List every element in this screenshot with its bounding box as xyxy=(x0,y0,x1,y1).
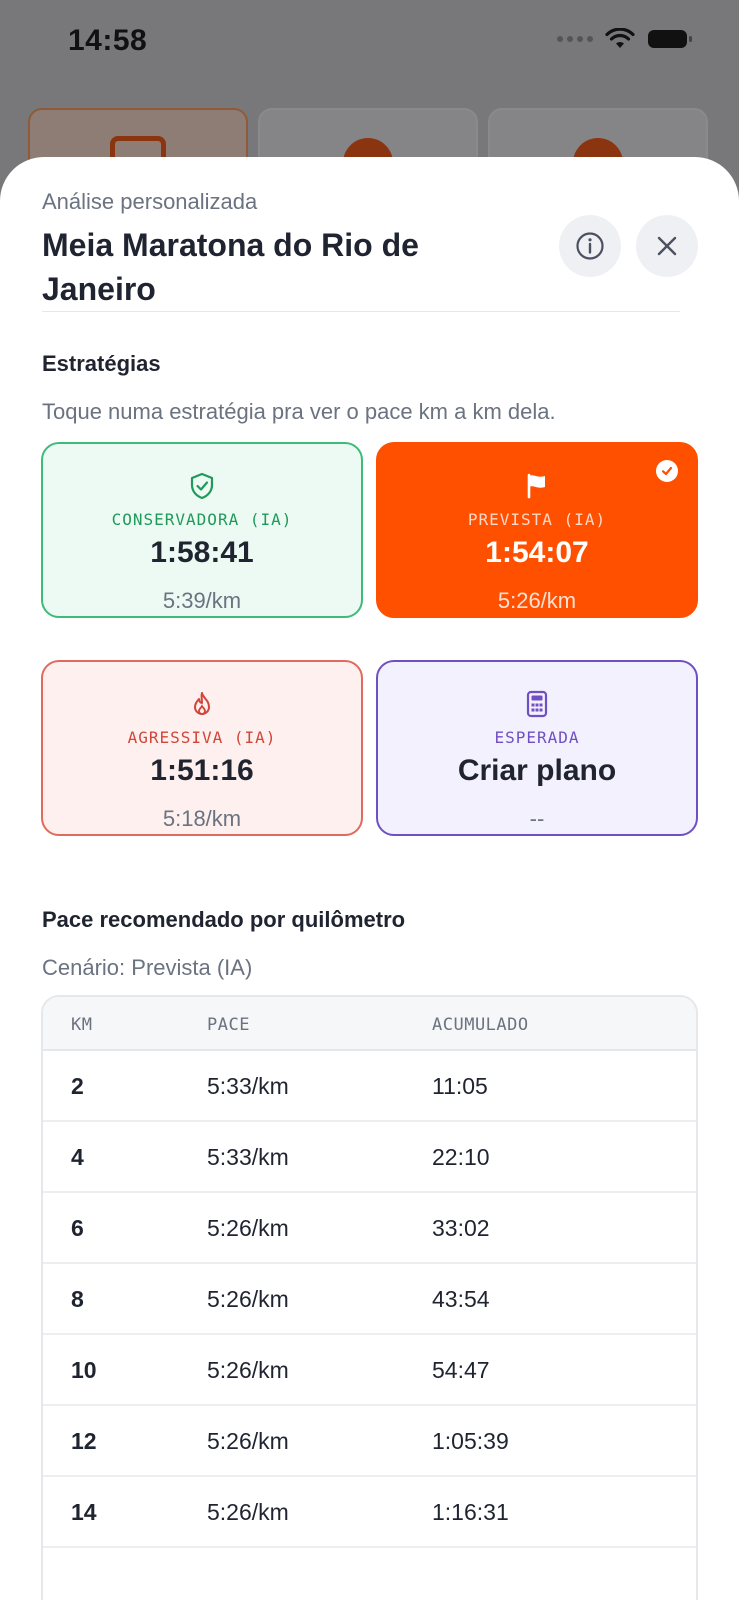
table-row: 6 5:26/km 33:02 xyxy=(43,1193,696,1264)
cell-pace: 5:26/km xyxy=(207,1357,289,1383)
table-header: KM PACE ACUMULADO xyxy=(43,997,696,1051)
sheet-subtitle: Análise personalizada xyxy=(42,189,258,214)
cell-km: 6 xyxy=(71,1215,84,1241)
pace-table-title: Pace recomendado por quilômetro xyxy=(42,907,406,932)
strategy-pace: 5:26/km xyxy=(497,588,577,613)
table-row: 8 5:26/km 43:54 xyxy=(43,1264,696,1335)
cell-km: 14 xyxy=(71,1499,97,1525)
cell-pace: 5:26/km xyxy=(207,1428,289,1454)
divider xyxy=(42,311,680,312)
status-time: 14:58 xyxy=(68,24,148,57)
strategy-card-conservadora[interactable]: CONSERVADORA (IA) 1:58:41 5:39/km xyxy=(41,442,363,618)
pace-table-scenario: Cenário: Prevista (IA) xyxy=(42,955,253,980)
strategy-pace: 5:18/km xyxy=(162,806,242,831)
analysis-sheet: Análise personalizada Meia Maratona do R… xyxy=(0,157,739,1600)
column-header-accumulated: ACUMULADO xyxy=(432,1015,529,1035)
strategy-label: PREVISTA (IA) xyxy=(467,510,607,529)
column-header-pace: PACE xyxy=(207,1015,250,1035)
strategies-subtitle: Toque numa estratégia pra ver o pace km … xyxy=(42,399,556,424)
cell-km: 2 xyxy=(71,1073,84,1099)
column-header-km: KM xyxy=(71,1015,93,1035)
cell-pace: 5:26/km xyxy=(207,1499,289,1525)
wifi-icon xyxy=(605,28,635,48)
create-plan-label: Criar plano xyxy=(457,754,617,787)
strategy-card-prevista[interactable]: PREVISTA (IA) 1:54:07 5:26/km xyxy=(376,442,698,618)
cell-accumulated: 33:02 xyxy=(432,1215,490,1241)
strategy-label: CONSERVADORA (IA) xyxy=(111,510,293,529)
status-bar: 14:58 xyxy=(0,0,739,84)
strategy-pace: 5:39/km xyxy=(162,588,242,613)
cell-km: 4 xyxy=(71,1144,84,1170)
cell-accumulated: 1:05:39 xyxy=(432,1428,509,1454)
table-row: 12 5:26/km 1:05:39 xyxy=(43,1406,696,1477)
table-row: 14 5:26/km 1:16:31 xyxy=(43,1477,696,1548)
strategy-card-esperada[interactable]: ESPERADA Criar plano -- xyxy=(376,660,698,836)
strategy-time: 1:51:16 xyxy=(150,754,254,787)
shield-check-icon xyxy=(43,472,361,500)
cell-accumulated: 54:47 xyxy=(432,1357,490,1383)
strategy-card-agressiva[interactable]: AGRESSIVA (IA) 1:51:16 5:18/km xyxy=(41,660,363,836)
strategy-time: 1:58:41 xyxy=(150,536,254,569)
battery-icon xyxy=(648,30,692,48)
info-button[interactable] xyxy=(559,215,621,277)
cell-km: 8 xyxy=(71,1286,84,1312)
calculator-icon xyxy=(378,690,696,718)
close-icon xyxy=(657,236,677,256)
cell-km: 10 xyxy=(71,1357,97,1383)
strategies-title: Estratégias xyxy=(42,351,161,376)
sheet-title: Meia Maratona do Rio de Janeiro xyxy=(42,227,419,307)
table-row: 4 5:33/km 22:10 xyxy=(43,1122,696,1193)
info-icon xyxy=(576,232,604,260)
status-icons xyxy=(557,28,693,50)
strategy-pace: -- xyxy=(529,806,545,831)
strategy-label: AGRESSIVA (IA) xyxy=(127,728,277,747)
strategy-time: 1:54:07 xyxy=(485,536,589,569)
cell-accumulated: 11:05 xyxy=(432,1073,488,1099)
signal-icon xyxy=(557,36,593,42)
table-row: 2 5:33/km 11:05 xyxy=(43,1051,696,1122)
cell-km: 12 xyxy=(71,1428,97,1454)
cell-pace: 5:26/km xyxy=(207,1286,289,1312)
cell-accumulated: 43:54 xyxy=(432,1286,490,1312)
cell-pace: 5:26/km xyxy=(207,1215,289,1241)
table-row: 10 5:26/km 54:47 xyxy=(43,1335,696,1406)
strategy-label: ESPERADA xyxy=(494,728,580,747)
cell-accumulated: 1:16:31 xyxy=(432,1499,509,1525)
flag-icon xyxy=(378,472,696,500)
screen: 14:58 Análise personalizada Meia Maraton… xyxy=(0,0,739,1600)
cell-pace: 5:33/km xyxy=(207,1073,289,1099)
cell-pace: 5:33/km xyxy=(207,1144,289,1170)
cell-accumulated: 22:10 xyxy=(432,1144,490,1170)
flame-icon xyxy=(43,690,361,718)
close-button[interactable] xyxy=(636,215,698,277)
pace-table: KM PACE ACUMULADO 2 5:33/km 11:05 4 5:33… xyxy=(41,995,698,1600)
